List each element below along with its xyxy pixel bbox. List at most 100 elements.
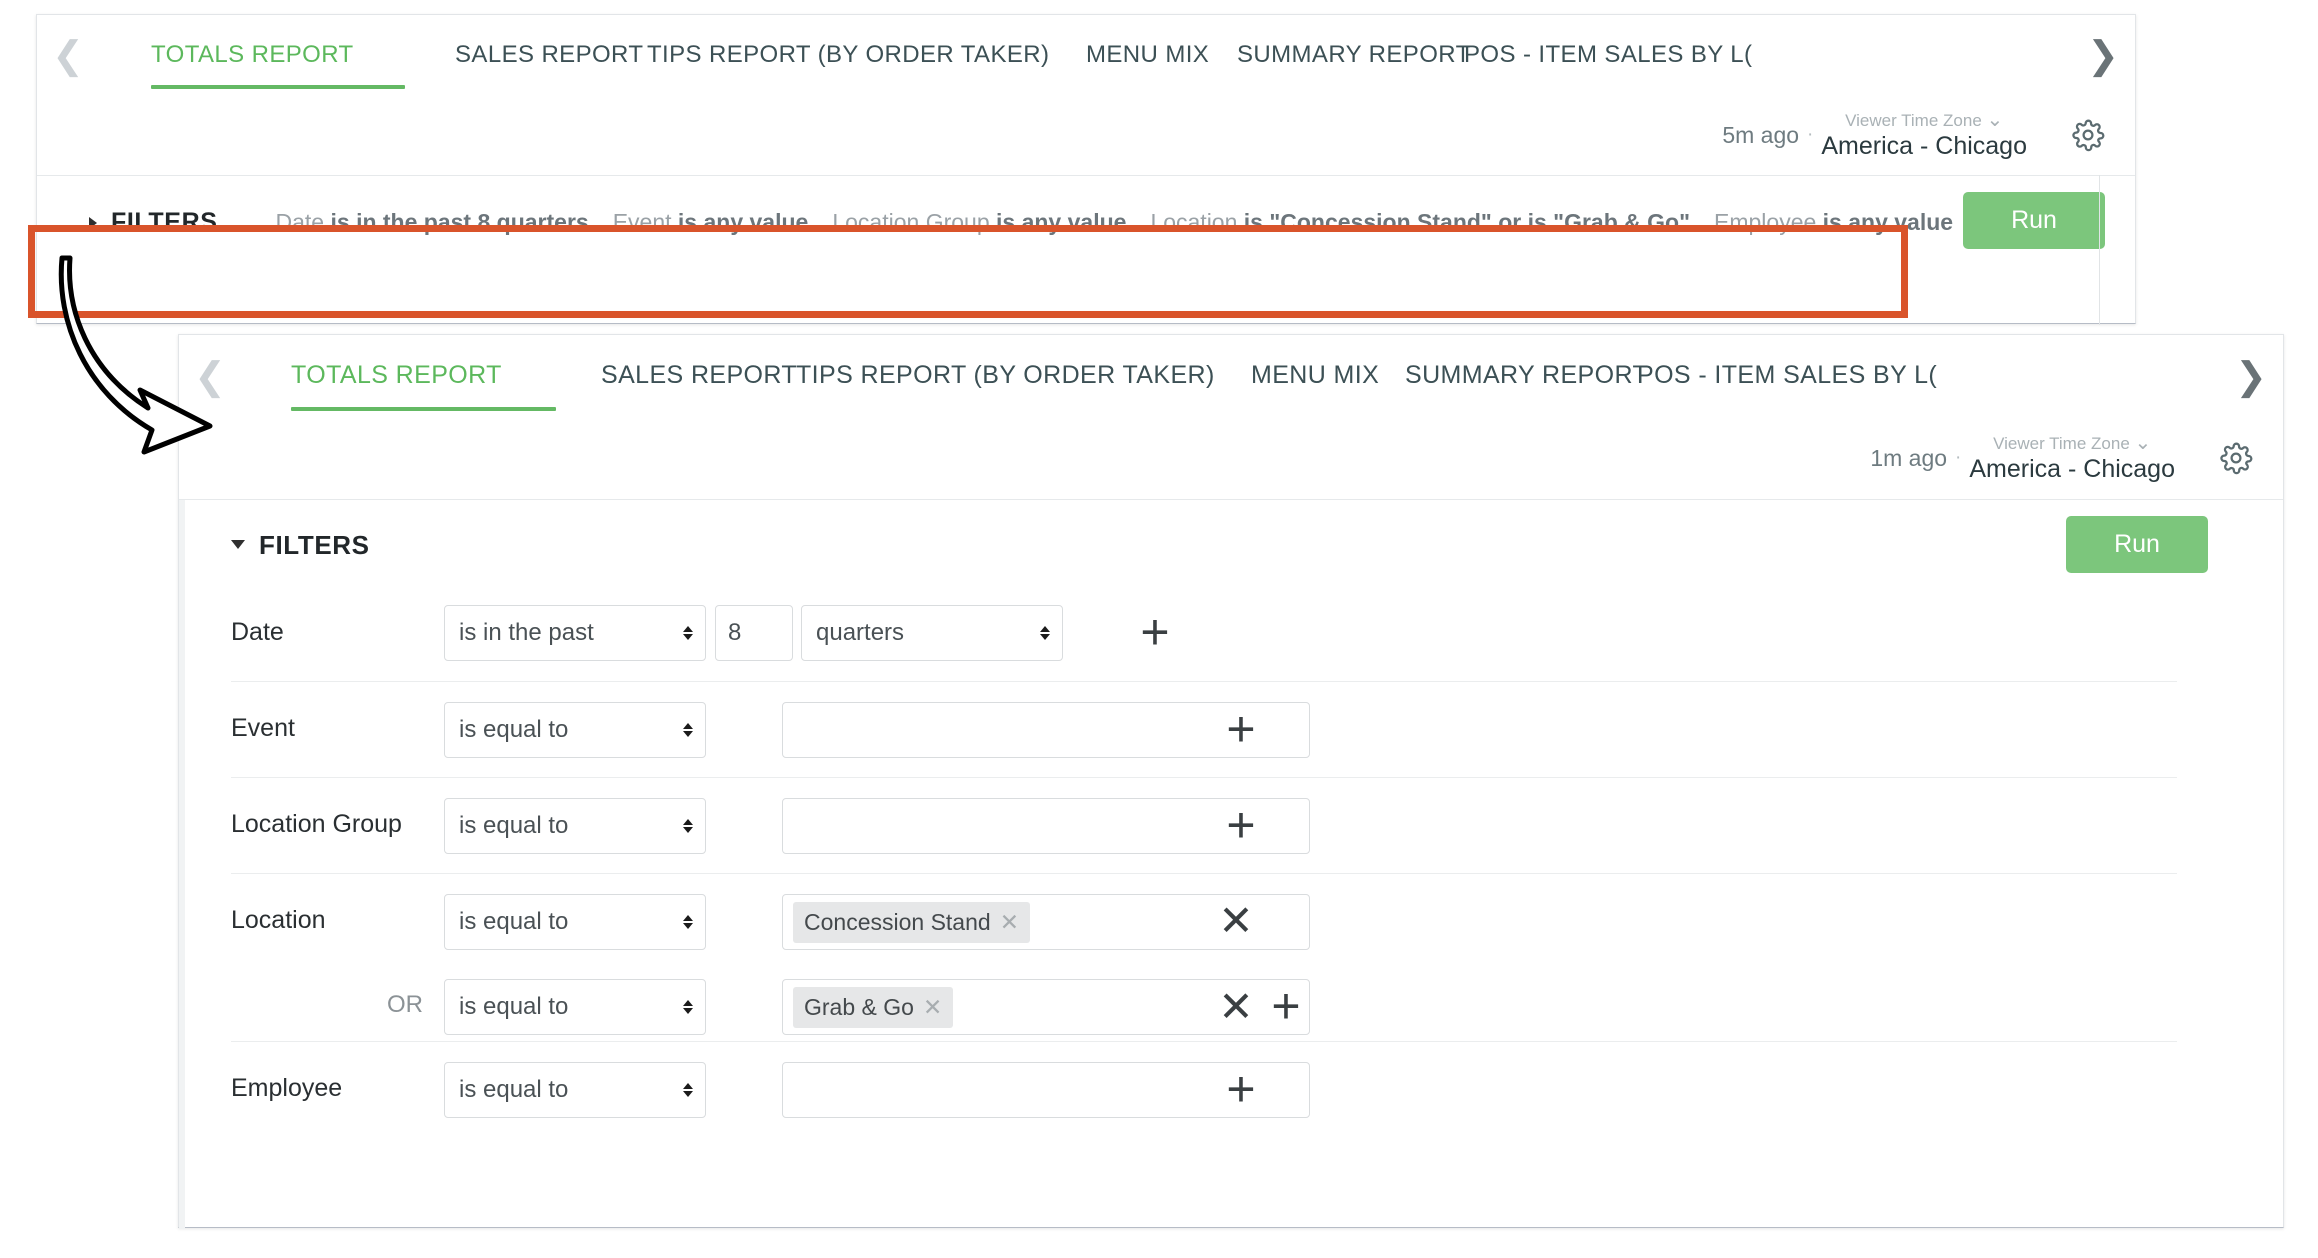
tabs-scroll-container: TOTALS REPORT SALES REPORT TIPS REPORT (…: [99, 15, 2071, 95]
tab-pos-item-sales[interactable]: POS - ITEM SALES BY L(: [1637, 361, 1937, 390]
report-meta-row-expanded: 1m ago · Viewer Time Zone ⌄ America - Ch…: [179, 417, 2283, 499]
filter-operator-select-date[interactable]: is in the past: [444, 605, 706, 661]
filter-row-event: Event is equal to +: [179, 682, 2283, 778]
report-panel-collapsed: ❮ TOTALS REPORT SALES REPORT TIPS REPORT…: [36, 14, 2136, 325]
filter-operator-select-employee[interactable]: is equal to: [444, 1062, 706, 1118]
tab-totals-report[interactable]: TOTALS REPORT: [151, 41, 354, 69]
tab-active-underline: [291, 407, 556, 411]
filters-title-expanded[interactable]: FILTERS: [259, 530, 370, 561]
meta-separator: ·: [1807, 124, 1814, 145]
timezone-selector[interactable]: Viewer Time Zone ⌄ America - Chicago: [1969, 432, 2175, 483]
filter-summary-location-group[interactable]: Location Group is any value: [832, 209, 1126, 236]
select-spinner-icon: [1040, 626, 1050, 640]
filter-summary-field: Date: [275, 209, 325, 235]
filters-expand-caret-icon[interactable]: [89, 216, 97, 229]
filter-label-location: Location: [231, 906, 326, 934]
select-value: is equal to: [459, 1076, 569, 1103]
select-value: is equal to: [459, 812, 569, 839]
select-value: is in the past: [459, 619, 594, 646]
tabs-scroll-container: TOTALS REPORT SALES REPORT TIPS REPORT (…: [241, 335, 2219, 417]
filter-summary-location[interactable]: Location is "Concession Stand" or is "Gr…: [1150, 209, 1690, 236]
report-meta-row-collapsed: 5m ago · Viewer Time Zone ⌄ America - Ch…: [37, 95, 2135, 175]
remove-filter-condition-location-2[interactable]: ✕: [1213, 984, 1259, 1030]
filter-label-event: Event: [231, 714, 295, 742]
tab-menu-mix[interactable]: MENU MIX: [1251, 361, 1379, 390]
filter-operator-select-event[interactable]: is equal to: [444, 702, 706, 758]
add-filter-condition-employee[interactable]: +: [1217, 1064, 1265, 1114]
select-spinner-icon: [683, 915, 693, 929]
filter-operator-select-location-group[interactable]: is equal to: [444, 798, 706, 854]
add-filter-condition-location-group[interactable]: +: [1217, 800, 1265, 850]
filter-label-location-group: Location Group: [231, 810, 402, 838]
tabs-next-icon[interactable]: ❯: [2071, 15, 2135, 95]
filter-unit-select-date[interactable]: quarters: [801, 605, 1063, 661]
tab-tips-report[interactable]: TIPS REPORT (BY ORDER TAKER): [796, 361, 1215, 390]
add-filter-condition-location[interactable]: +: [1262, 981, 1310, 1031]
screenshot-root: ❮ TOTALS REPORT SALES REPORT TIPS REPORT…: [0, 0, 2318, 1258]
tabs-prev-icon[interactable]: ❮: [37, 15, 99, 95]
gear-icon[interactable]: [2071, 118, 2105, 152]
select-spinner-icon: [683, 1083, 693, 1097]
close-icon[interactable]: ✕: [923, 994, 942, 1021]
gear-icon[interactable]: [2219, 441, 2253, 475]
timezone-label: Viewer Time Zone: [1845, 111, 1982, 131]
filter-conjunction-or: OR: [387, 991, 423, 1018]
filter-operator-select-location-1[interactable]: is equal to: [444, 894, 706, 950]
filter-label-date: Date: [231, 618, 284, 646]
tab-sales-report[interactable]: SALES REPORT: [455, 41, 643, 69]
timezone-value: America - Chicago: [1821, 132, 2027, 161]
tab-totals-report[interactable]: TOTALS REPORT: [291, 361, 502, 390]
chip-label: Concession Stand: [804, 908, 991, 935]
select-value: is equal to: [459, 908, 569, 935]
tab-pos-item-sales[interactable]: POS - ITEM SALES BY L(: [1464, 41, 1752, 69]
filters-collapse-caret-icon[interactable]: [231, 540, 245, 549]
filter-summary-field: Location Group: [832, 209, 990, 235]
select-spinner-icon: [683, 819, 693, 833]
filters-summary-bar: FILTERS Date is in the past 8 quarters E…: [37, 176, 2135, 269]
filter-summary-event[interactable]: Event is any value: [613, 209, 809, 236]
run-button[interactable]: Run: [2066, 516, 2208, 573]
tab-menu-mix[interactable]: MENU MIX: [1086, 41, 1209, 69]
number-value: 8: [728, 619, 742, 646]
filter-row-date: Date is in the past 8 quarters +: [179, 588, 2283, 682]
add-filter-condition-date[interactable]: +: [1131, 607, 1179, 657]
add-filter-condition-event[interactable]: +: [1217, 704, 1265, 754]
tab-sales-report[interactable]: SALES REPORT: [601, 361, 797, 390]
last-run-time: 5m ago: [1722, 121, 1800, 148]
tab-active-underline: [151, 85, 405, 89]
report-panel-expanded: ❮ TOTALS REPORT SALES REPORT TIPS REPORT…: [178, 334, 2284, 1229]
filter-summary-employee[interactable]: Employee is any value: [1714, 209, 1953, 236]
select-spinner-icon: [683, 626, 693, 640]
filter-row-employee: Employee is equal to +: [179, 1042, 2283, 1138]
select-spinner-icon: [683, 723, 693, 737]
select-value: quarters: [816, 619, 905, 646]
run-button[interactable]: Run: [1963, 192, 2105, 249]
filter-summary-date[interactable]: Date is in the past 8 quarters: [276, 209, 589, 236]
select-spinner-icon: [683, 1000, 693, 1014]
filter-operator-select-location-2[interactable]: is equal to: [444, 979, 706, 1035]
filter-summary-condition: is any value: [996, 209, 1127, 235]
filter-row-location: Location is equal to Concession Stand ✕ …: [179, 874, 2283, 1042]
filter-label-employee: Employee: [231, 1074, 343, 1102]
panel-left-edge: [179, 500, 185, 1229]
filter-summary-condition: is in the past 8 quarters: [330, 209, 589, 235]
chevron-down-icon: ⌄: [2134, 432, 2152, 455]
last-run-time: 1m ago: [1870, 444, 1948, 471]
filter-number-input-date[interactable]: 8: [715, 605, 793, 661]
remove-filter-condition-location-1[interactable]: ✕: [1213, 898, 1259, 944]
close-icon[interactable]: ✕: [1000, 909, 1019, 936]
tab-summary-report[interactable]: SUMMARY REPORT: [1405, 361, 1648, 390]
report-tabs-collapsed: ❮ TOTALS REPORT SALES REPORT TIPS REPORT…: [37, 15, 2135, 95]
timezone-selector[interactable]: Viewer Time Zone ⌄ America - Chicago: [1821, 110, 2027, 161]
filters-title-collapsed[interactable]: FILTERS: [111, 208, 218, 237]
filter-chip[interactable]: Grab & Go ✕: [793, 986, 954, 1028]
tabs-prev-icon[interactable]: ❮: [179, 335, 241, 417]
filter-summary-field: Event: [612, 209, 672, 235]
tab-tips-report[interactable]: TIPS REPORT (BY ORDER TAKER): [647, 41, 1049, 69]
tab-summary-report[interactable]: SUMMARY REPORT: [1237, 41, 1471, 69]
filter-summary-condition: is "Concession Stand" or is "Grab & Go": [1243, 209, 1690, 235]
filter-chip[interactable]: Concession Stand ✕: [793, 901, 1030, 943]
chip-label: Grab & Go: [804, 993, 914, 1020]
meta-separator: ·: [1955, 447, 1962, 468]
tabs-next-icon[interactable]: ❯: [2219, 335, 2283, 417]
